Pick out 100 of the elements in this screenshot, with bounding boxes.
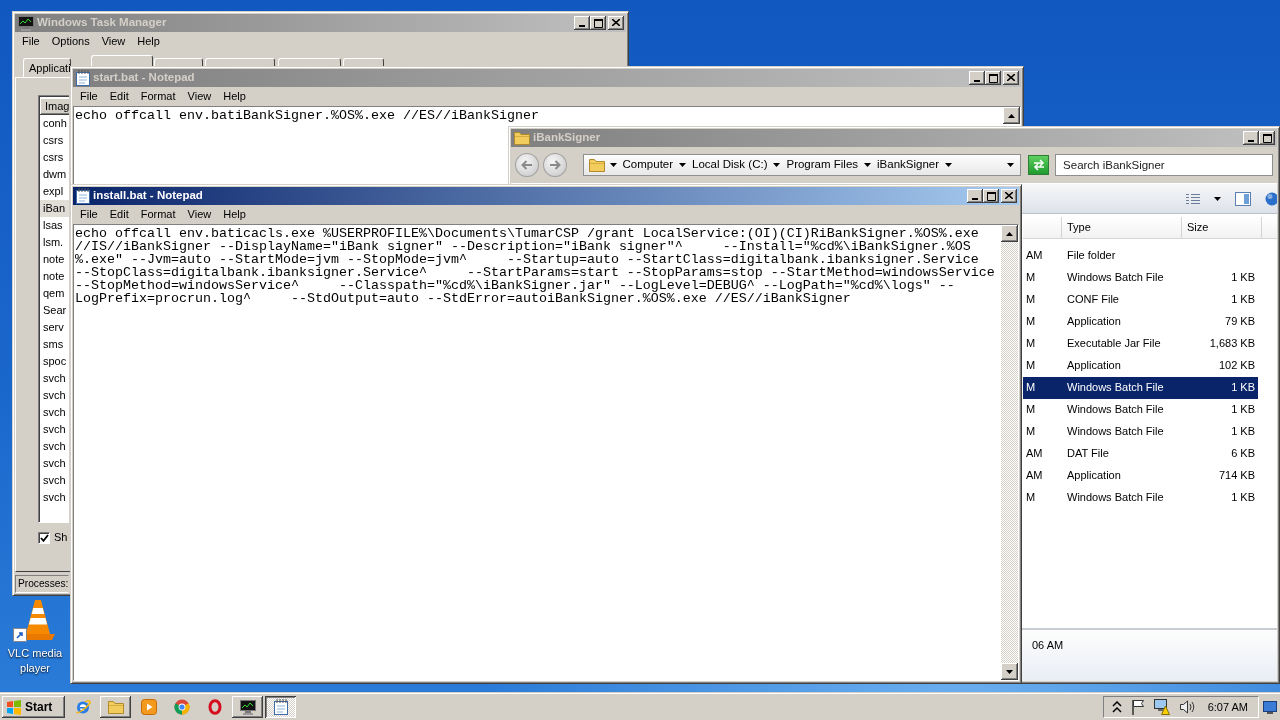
maximize-button[interactable] (983, 189, 999, 203)
process-row[interactable]: sms (40, 336, 69, 353)
minimize-button[interactable] (967, 189, 983, 203)
process-row[interactable]: csrs (40, 149, 69, 166)
file-row[interactable]: M Executable Jar File 1,683 KB (1023, 333, 1258, 355)
process-row[interactable]: svch (40, 387, 69, 404)
menu-item[interactable]: File (16, 34, 46, 49)
process-row[interactable]: csrs (40, 132, 69, 149)
file-row[interactable]: M Windows Batch File 1 KB (1023, 487, 1258, 509)
file-row[interactable]: M Windows Batch File 1 KB (1023, 377, 1258, 399)
menu-item[interactable]: Edit (103, 207, 135, 222)
file-row[interactable]: M Windows Batch File 1 KB (1023, 399, 1258, 421)
process-row[interactable]: svch (40, 421, 69, 438)
menu-item[interactable]: View (95, 34, 132, 49)
file-row[interactable]: M Windows Batch File 1 KB (1023, 421, 1258, 443)
back-button[interactable] (515, 153, 539, 177)
process-row[interactable]: svch (40, 370, 69, 387)
breadcrumb-item[interactable]: Local Disk (C:) (691, 158, 769, 172)
forward-button[interactable] (542, 153, 567, 177)
menu-item[interactable]: File (74, 207, 104, 222)
checkbox-label[interactable]: Sh (54, 531, 68, 545)
menu-item[interactable]: Format (134, 89, 182, 104)
scroll-up-button[interactable] (1003, 107, 1020, 124)
menu-item[interactable]: View (181, 207, 218, 222)
minimize-button[interactable] (574, 16, 590, 30)
taskbar-button[interactable] (265, 696, 296, 718)
maximize-button[interactable] (985, 71, 1001, 85)
caret-down-icon[interactable] (1007, 163, 1015, 167)
column-header[interactable]: Size (1182, 217, 1262, 238)
caret-down-icon[interactable] (1214, 196, 1221, 201)
speaker-icon[interactable] (1178, 699, 1195, 715)
process-row[interactable]: qem (40, 285, 69, 302)
taskbar-button[interactable] (100, 696, 131, 718)
breadcrumb-item[interactable]: iBankSigner (876, 158, 941, 172)
menu-item[interactable]: Options (45, 34, 96, 49)
preview-pane-icon[interactable] (1235, 191, 1251, 206)
file-row[interactable]: M Application 102 KB (1023, 355, 1258, 377)
process-row[interactable]: note (40, 268, 69, 285)
menu-item[interactable]: File (74, 89, 104, 104)
caret-down-icon[interactable] (679, 163, 687, 167)
checkbox[interactable] (38, 531, 50, 544)
tab[interactable] (343, 58, 384, 66)
minimize-button[interactable] (1243, 131, 1259, 145)
caret-down-icon[interactable] (945, 163, 953, 167)
close-button[interactable] (1001, 189, 1017, 203)
maximize-button[interactable] (1259, 131, 1275, 145)
process-row[interactable]: conh (40, 115, 69, 132)
file-row[interactable]: AM File folder (1023, 245, 1258, 267)
process-row[interactable]: lsm. (40, 234, 69, 251)
help-icon[interactable] (1265, 191, 1277, 206)
taskbar-button[interactable] (232, 696, 263, 718)
clock[interactable]: 6:07 AM (1207, 701, 1248, 713)
close-button[interactable] (608, 16, 624, 30)
menu-item[interactable]: View (181, 89, 218, 104)
search-field[interactable]: Search iBankSigner (1055, 154, 1273, 176)
list-view-icon[interactable] (1186, 192, 1200, 205)
file-row[interactable]: AM DAT File 6 KB (1023, 443, 1258, 465)
process-row[interactable]: svch (40, 455, 69, 472)
process-row[interactable]: svch (40, 404, 69, 421)
close-button[interactable] (1003, 71, 1019, 85)
breadcrumb-item[interactable]: Program Files (785, 158, 860, 172)
file-row[interactable]: M Application 79 KB (1023, 311, 1258, 333)
process-row[interactable]: svch (40, 438, 69, 455)
process-row[interactable]: iBan (40, 200, 69, 217)
flag-icon[interactable] (1130, 699, 1145, 715)
caret-down-icon[interactable] (609, 163, 617, 167)
maximize-button[interactable] (590, 16, 606, 30)
desktop-icon-label[interactable]: VLC media player (4, 646, 66, 676)
breadcrumb-item[interactable]: Computer (621, 158, 675, 172)
process-row[interactable]: svch (40, 472, 69, 489)
caret-down-icon[interactable] (864, 163, 872, 167)
menu-item[interactable]: Format (134, 207, 182, 222)
file-row[interactable]: M Windows Batch File 1 KB (1023, 267, 1258, 289)
process-row[interactable]: expl (40, 183, 69, 200)
refresh-button[interactable] (1028, 155, 1050, 175)
scroll-down-button[interactable] (1001, 663, 1018, 680)
file-row[interactable]: M CONF File 1 KB (1023, 289, 1258, 311)
menu-item[interactable]: Help (217, 207, 252, 222)
start-button[interactable]: Start (2, 696, 65, 718)
menu-item[interactable]: Help (217, 89, 252, 104)
column-header[interactable]: Type (1062, 217, 1182, 238)
process-row[interactable]: spoc (40, 353, 69, 370)
show-desktop-icon[interactable] (1263, 699, 1277, 715)
caret-down-icon[interactable] (773, 163, 781, 167)
address-bar[interactable]: Computer Local Disk (C:) Program Files iBankSigner (582, 154, 1022, 176)
file-row[interactable]: AM Application 714 KB (1023, 465, 1258, 487)
process-row[interactable]: serv (40, 319, 69, 336)
process-row[interactable]: note (40, 251, 69, 268)
process-row[interactable]: dwm (40, 166, 69, 183)
vertical-scrollbar[interactable] (1001, 225, 1018, 680)
menu-item[interactable]: Edit (103, 89, 135, 104)
process-row[interactable]: lsas (40, 217, 69, 234)
menu-item[interactable]: Help (131, 34, 166, 49)
minimize-button[interactable] (969, 71, 985, 85)
scroll-up-button[interactable] (1001, 225, 1018, 242)
process-row[interactable]: svch (40, 489, 69, 506)
traffic-cone-icon[interactable] (13, 598, 57, 642)
chevron-up-icon[interactable] (1111, 701, 1122, 713)
column-header[interactable]: Imag (40, 98, 69, 115)
network-icon[interactable] (1153, 699, 1170, 715)
